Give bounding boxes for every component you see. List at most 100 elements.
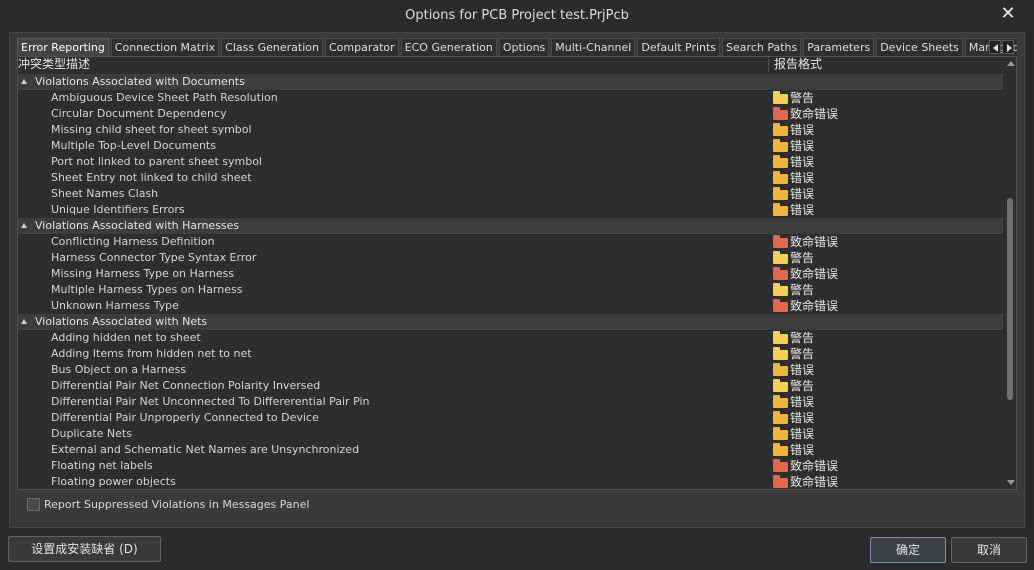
report-mode-label: 警告 bbox=[790, 283, 815, 297]
report-mode-label: 错误 bbox=[790, 123, 815, 137]
folder-icon bbox=[773, 395, 788, 408]
violation-row[interactable]: Differential Pair Net Connection Polarit… bbox=[18, 378, 1003, 394]
violation-group-label: Violations Associated with Documents bbox=[35, 75, 245, 88]
report-mode-label: 致命错误 bbox=[790, 235, 839, 249]
report-mode-label: 错误 bbox=[790, 411, 815, 425]
violation-name: Harness Connector Type Syntax Error bbox=[51, 251, 257, 264]
violation-row[interactable]: Floating net labels 致命错误 bbox=[18, 458, 1003, 474]
folder-icon bbox=[773, 299, 788, 312]
tab-default-prints[interactable]: Default Prints bbox=[637, 38, 721, 56]
report-mode-label: 警告 bbox=[790, 91, 815, 105]
violation-row[interactable]: Conflicting Harness Definition 致命错误 bbox=[18, 234, 1003, 250]
violation-row[interactable]: Port not linked to parent sheet symbol 错误 bbox=[18, 154, 1003, 170]
tab-eco-generation[interactable]: ECO Generation bbox=[400, 38, 497, 56]
folder-icon bbox=[773, 107, 788, 120]
violation-name: Adding Items from hidden net to net bbox=[51, 347, 252, 360]
folder-icon bbox=[773, 171, 788, 184]
folder-icon bbox=[773, 459, 788, 472]
folder-icon bbox=[773, 443, 788, 456]
tab-device-sheets[interactable]: Device Sheets bbox=[876, 38, 963, 56]
violation-row[interactable]: Missing Harness Type on Harness 致命错误 bbox=[18, 266, 1003, 282]
violation-name: Bus Object on a Harness bbox=[51, 363, 187, 376]
violation-group[interactable]: Violations Associated with Harnesses bbox=[18, 218, 1003, 234]
violation-row[interactable]: Duplicate Nets 错误 bbox=[18, 426, 1003, 442]
violation-row[interactable]: Differential Pair Net Unconnected To Dif… bbox=[18, 394, 1003, 410]
violation-name: Unique Identifiers Errors bbox=[51, 203, 185, 216]
collapse-triangle-icon[interactable] bbox=[21, 319, 27, 324]
set-defaults-button[interactable]: 设置成安装缺省 (D) bbox=[8, 536, 161, 562]
violation-group-label: Violations Associated with Nets bbox=[35, 315, 208, 328]
vertical-scrollbar[interactable] bbox=[1005, 57, 1016, 489]
tab-search-paths[interactable]: Search Paths bbox=[722, 38, 802, 56]
violation-name: Multiple Top-Level Documents bbox=[51, 139, 216, 152]
violation-row[interactable]: Unknown Harness Type 致命错误 bbox=[18, 298, 1003, 314]
folder-icon bbox=[773, 347, 788, 360]
tab-strip: Error Reporting Connection Matrix Class Ge… bbox=[17, 38, 1017, 56]
report-mode-label: 警告 bbox=[790, 331, 815, 345]
tab-error-reporting[interactable]: Error Reporting bbox=[17, 38, 109, 56]
title-bar: Options for PCB Project test.PrjPcb ✕ bbox=[0, 0, 1034, 32]
tab-scroll-right-icon[interactable] bbox=[1002, 40, 1014, 54]
report-mode-label: 错误 bbox=[790, 427, 815, 441]
folder-icon bbox=[773, 363, 788, 376]
column-header-report-mode[interactable]: 报告格式 bbox=[774, 57, 822, 71]
report-mode-label: 错误 bbox=[790, 363, 815, 377]
violation-row[interactable]: Missing child sheet for sheet symbol 错误 bbox=[18, 122, 1003, 138]
violation-row[interactable]: Multiple Top-Level Documents 错误 bbox=[18, 138, 1003, 154]
violation-row[interactable]: Differential Pair Unproperly Connected t… bbox=[18, 410, 1003, 426]
violation-row[interactable]: Adding Items from hidden net to net 警告 bbox=[18, 346, 1003, 362]
violation-group[interactable]: Violations Associated with Documents bbox=[18, 74, 1003, 90]
folder-icon bbox=[773, 379, 788, 392]
violation-row[interactable]: External and Schematic Net Names are Uns… bbox=[18, 442, 1003, 458]
violation-group[interactable]: Violations Associated with Nets bbox=[18, 314, 1003, 330]
violation-row[interactable]: Bus Object on a Harness 错误 bbox=[18, 362, 1003, 378]
folder-icon bbox=[773, 139, 788, 152]
violation-row[interactable]: Ambiguous Device Sheet Path Resolution 警告 bbox=[18, 90, 1003, 106]
collapse-triangle-icon[interactable] bbox=[21, 223, 27, 228]
violation-row[interactable]: Unique Identifiers Errors 错误 bbox=[18, 202, 1003, 218]
report-mode-label: 致命错误 bbox=[790, 459, 839, 473]
folder-icon bbox=[773, 475, 788, 488]
tab-parameters[interactable]: Parameters bbox=[803, 38, 875, 56]
tab-comparator[interactable]: Comparator bbox=[324, 38, 399, 56]
column-header-description[interactable]: 冲突类型描述 bbox=[18, 57, 90, 71]
violation-row[interactable]: Sheet Entry not linked to child sheet 错误 bbox=[18, 170, 1003, 186]
folder-icon bbox=[773, 203, 788, 216]
column-divider[interactable] bbox=[768, 57, 769, 72]
scroll-up-icon[interactable] bbox=[1007, 61, 1015, 66]
report-mode-label: 警告 bbox=[790, 347, 815, 361]
scroll-down-icon[interactable] bbox=[1007, 480, 1015, 485]
violation-name: Duplicate Nets bbox=[51, 427, 132, 440]
tab-multi-channel[interactable]: Multi-Channel bbox=[551, 38, 636, 56]
report-mode-label: 致命错误 bbox=[790, 475, 839, 489]
folder-icon bbox=[773, 235, 788, 248]
report-mode-label: 错误 bbox=[790, 171, 815, 185]
violation-row[interactable]: Harness Connector Type Syntax Error 警告 bbox=[18, 250, 1003, 266]
violation-name: Conflicting Harness Definition bbox=[51, 235, 215, 248]
tab-connection-matrix[interactable]: Connection Matrix bbox=[110, 38, 220, 56]
tab-class-generation[interactable]: Class Generation bbox=[221, 38, 323, 56]
violation-row[interactable]: Sheet Names Clash 错误 bbox=[18, 186, 1003, 202]
tab-scroll-left-icon[interactable] bbox=[989, 40, 1001, 54]
violation-name: Missing child sheet for sheet symbol bbox=[51, 123, 252, 136]
collapse-triangle-icon[interactable] bbox=[21, 79, 27, 84]
violation-name: Adding hidden net to sheet bbox=[51, 331, 201, 344]
scrollbar-thumb[interactable] bbox=[1007, 198, 1013, 400]
report-mode-label: 致命错误 bbox=[790, 299, 839, 313]
folder-icon bbox=[773, 331, 788, 344]
violation-name: Ambiguous Device Sheet Path Resolution bbox=[51, 91, 278, 104]
violation-row[interactable]: Floating power objects 致命错误 bbox=[18, 474, 1003, 490]
violation-name: Sheet Names Clash bbox=[51, 187, 159, 200]
violation-row[interactable]: Circular Document Dependency 致命错误 bbox=[18, 106, 1003, 122]
column-header: 冲突类型描述 报告格式 bbox=[18, 57, 1003, 73]
cancel-button[interactable]: 取消 bbox=[951, 537, 1027, 563]
violation-row[interactable]: Multiple Harness Types on Harness 警告 bbox=[18, 282, 1003, 298]
violation-row[interactable]: Adding hidden net to sheet 警告 bbox=[18, 330, 1003, 346]
report-suppressed-checkbox[interactable] bbox=[27, 498, 40, 511]
violation-name: Floating power objects bbox=[51, 475, 176, 488]
ok-button[interactable]: 确定 bbox=[870, 537, 946, 563]
close-icon[interactable]: ✕ bbox=[998, 4, 1018, 24]
violation-name: Differential Pair Net Unconnected To Dif… bbox=[51, 395, 370, 408]
tab-options[interactable]: Options bbox=[498, 38, 550, 56]
report-mode-label: 错误 bbox=[790, 443, 815, 457]
